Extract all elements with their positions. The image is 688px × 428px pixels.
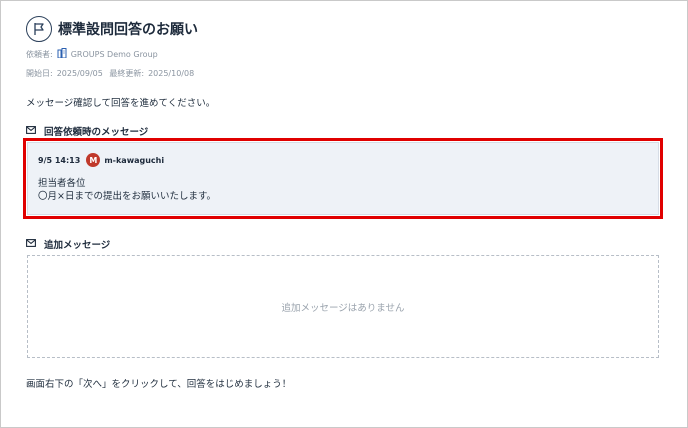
additional-section-label: 追加メッセージ	[44, 240, 111, 251]
start-date-value: 2025/09/05	[56, 69, 103, 78]
dates-row: 開始日: 2025/09/05 最終更新: 2025/10/08	[26, 68, 198, 79]
mail-icon	[26, 125, 36, 137]
page-header: 標準設問回答のお願い	[26, 16, 198, 42]
avatar: M	[86, 153, 101, 167]
request-section-label: 回答依頼時のメッセージ	[44, 127, 149, 138]
requester-label: 依頼者:	[26, 49, 53, 59]
building-icon	[57, 48, 67, 60]
message-line-1: 担当者各位	[38, 178, 86, 189]
requester-row: 依頼者: GROUPS Demo Group	[26, 48, 158, 60]
request-message-card: 9/5 14:13 M m-kawaguchi 担当者各位 〇月×日までの提出を…	[23, 138, 663, 219]
flag-icon	[26, 16, 52, 42]
additional-message-section-title: 追加メッセージ	[26, 237, 110, 251]
message-timestamp: 9/5 14:13	[38, 155, 81, 165]
message-line-2: 〇月×日までの提出をお願いいたします。	[38, 191, 217, 202]
additional-message-box: 追加メッセージはありません	[27, 255, 659, 358]
message-header: 9/5 14:13 M m-kawaguchi	[38, 153, 164, 167]
empty-state-text: 追加メッセージはありません	[281, 302, 405, 314]
request-message-section-title: 回答依頼時のメッセージ	[26, 124, 148, 138]
mail-icon	[26, 238, 36, 250]
footer-note: 画面右下の「次へ」をクリックして、回答をはじめましょう！	[26, 379, 292, 390]
intro-text: メッセージ確認して回答を進めてください。	[26, 98, 216, 109]
updated-date-label: 最終更新:	[109, 69, 145, 78]
page-title: 標準設問回答のお願い	[58, 22, 198, 38]
requester-value: GROUPS Demo Group	[70, 49, 158, 59]
updated-date-value: 2025/10/08	[148, 69, 195, 78]
start-date-label: 開始日:	[26, 69, 53, 78]
message-author: m-kawaguchi	[104, 155, 165, 165]
message-body: 担当者各位 〇月×日までの提出をお願いいたします。	[38, 177, 216, 203]
